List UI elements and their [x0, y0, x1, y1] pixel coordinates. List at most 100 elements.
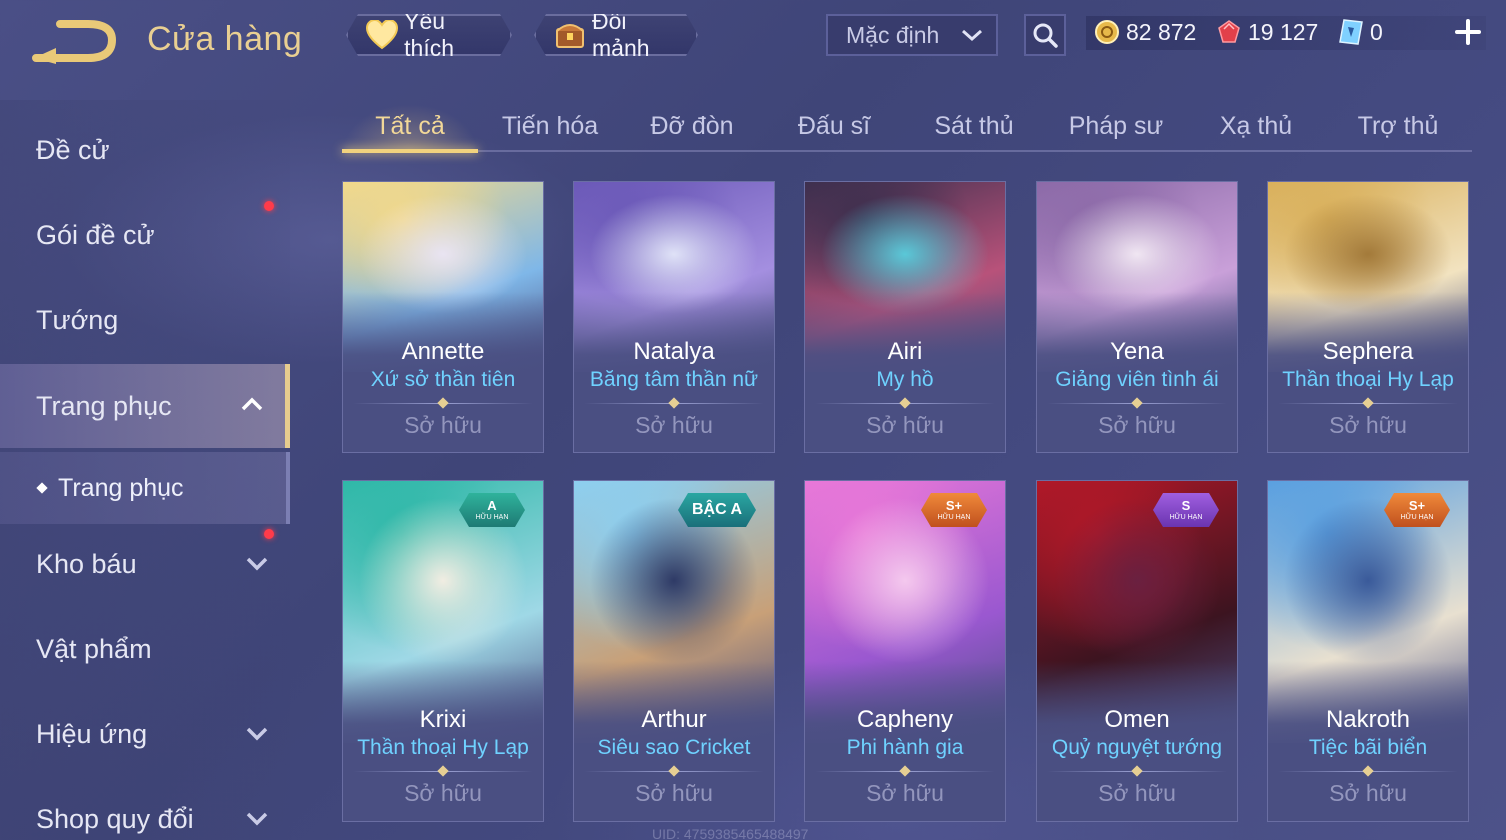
skin-card[interactable]: S+ HỮU HẠN Nakroth Tiệc bãi biển Sở hữu [1267, 480, 1469, 822]
card-divider [1278, 771, 1458, 772]
search-button[interactable] [1024, 14, 1066, 56]
tier-badge-text: S+ [945, 498, 963, 513]
owned-status: Sở hữu [1098, 780, 1176, 806]
skin-name: Thần thoại Hy Lạp [357, 736, 529, 759]
top-bar: Cửa hàng Yêu thích Đổi mảnh Mặc định 82 … [0, 0, 1506, 82]
heart-icon [366, 18, 398, 52]
card-divider [1047, 771, 1227, 772]
bullet-diamond-icon [36, 482, 48, 494]
skin-card[interactable]: Yena Giảng viên tình ái Sở hữu [1036, 181, 1238, 453]
tab-tank[interactable]: Đỡ đòn [624, 100, 760, 152]
skin-name: Tiệc bãi biển [1308, 736, 1428, 759]
sort-dropdown[interactable]: Mặc định [826, 14, 998, 56]
sidebar-item-items[interactable]: Vật phẩm [0, 607, 290, 691]
sidebar-item-effects[interactable]: Hiệu ứng [0, 692, 290, 776]
sidebar: Đề cử Gói đề cử Tướng Trang phục Trang p… [0, 100, 290, 840]
voucher-ticket-icon [1339, 19, 1363, 45]
sidebar-subitem-skins[interactable]: Trang phục [0, 452, 290, 524]
skin-card[interactable]: BẬC A Arthur Siêu sao Cricket Sở hữu [573, 480, 775, 822]
gold-coin-icon [1095, 20, 1119, 44]
hero-name: Yena [1110, 338, 1164, 365]
owned-status: Sở hữu [404, 780, 482, 806]
sidebar-item-treasure[interactable]: Kho báu [0, 522, 290, 606]
tier-badge-text: S+ [1408, 498, 1426, 513]
tab-all[interactable]: Tất cả [342, 100, 478, 152]
owned-status: Sở hữu [635, 780, 713, 806]
card-divider [815, 403, 995, 404]
tab-marksman[interactable]: Xạ thủ [1188, 100, 1324, 152]
notification-dot [264, 529, 274, 539]
tab-assassin[interactable]: Sát thủ [906, 100, 1042, 152]
voucher-currency: 0 [1338, 14, 1383, 50]
limited-label: HỮU HẠN [475, 514, 509, 521]
user-id: UID: 4759385465488497 [652, 826, 809, 840]
card-divider [1047, 403, 1227, 404]
skin-card[interactable]: A HỮU HẠN Krixi Thần thoại Hy Lạp Sở hữu [342, 480, 544, 822]
active-tab-indicator [342, 149, 478, 153]
sort-value: Mặc định [846, 21, 940, 48]
sidebar-item-label: Kho báu [36, 548, 137, 579]
skin-name: Giảng viên tình ái [1055, 368, 1219, 391]
ruby-currency: 19 127 [1216, 14, 1318, 50]
chevron-down-icon [246, 727, 268, 741]
skin-name: Xứ sở thần tiên [370, 368, 516, 391]
sidebar-subitem-label: Trang phục [58, 473, 184, 502]
owned-status: Sở hữu [866, 412, 944, 438]
skin-card[interactable]: Natalya Băng tâm thần nữ Sở hữu [573, 181, 775, 453]
tab-evolution[interactable]: Tiến hóa [482, 100, 618, 152]
skin-card[interactable]: Annette Xứ sở thần tiên Sở hữu [342, 181, 544, 453]
back-button[interactable] [30, 18, 122, 64]
limited-label: HỮU HẠN [937, 514, 971, 521]
card-divider [584, 403, 764, 404]
skin-card[interactable]: S HỮU HẠN Omen Quỷ nguyệt tướng Sở hữu [1036, 480, 1238, 822]
sidebar-item-label: Shop quy đổi [36, 803, 194, 834]
sidebar-item-label: Tướng [36, 304, 119, 335]
tabs-divider [342, 150, 1472, 152]
tier-badge-text: A [487, 498, 497, 513]
ruby-gem-icon [1218, 20, 1240, 43]
hero-name: Nakroth [1325, 706, 1411, 733]
skin-card[interactable]: Airi My hồ Sở hữu [804, 181, 1006, 453]
tier-badge-text: BẬC A [691, 501, 743, 518]
card-divider [353, 403, 533, 404]
card-divider [584, 771, 764, 772]
gold-amount: 82 872 [1126, 18, 1197, 45]
hero-name: Omen [1104, 706, 1170, 733]
chevron-down-icon [246, 812, 268, 826]
favorite-button[interactable]: Yêu thích [346, 14, 512, 56]
tab-fighter[interactable]: Đấu sĩ [766, 100, 902, 152]
hero-name: Capheny [856, 706, 954, 733]
notification-dot [264, 201, 274, 211]
skin-name: Siêu sao Cricket [597, 736, 751, 759]
card-divider [815, 771, 995, 772]
owned-status: Sở hữu [1329, 412, 1407, 438]
sidebar-item-exchange-shop[interactable]: Shop quy đổi [0, 777, 290, 840]
skin-name: Quỷ nguyệt tướng [1051, 736, 1223, 759]
hero-name: Natalya [633, 338, 715, 365]
sidebar-item-label: Vật phẩm [36, 633, 152, 664]
tab-mage[interactable]: Pháp sư [1048, 100, 1184, 152]
sidebar-item-recommended-packs[interactable]: Gói đề cử [0, 193, 290, 277]
hero-name: Krixi [419, 706, 467, 733]
skin-card[interactable]: S+ HỮU HẠN Capheny Phi hành gia Sở hữu [804, 480, 1006, 822]
role-tabs: Tất cả Tiến hóa Đỡ đòn Đấu sĩ Sát thủ Ph… [340, 100, 1472, 156]
sidebar-item-heroes[interactable]: Tướng [0, 278, 290, 362]
tab-support[interactable]: Trợ thủ [1330, 100, 1466, 152]
sidebar-item-recommended[interactable]: Đề cử [0, 108, 290, 192]
sidebar-item-skins[interactable]: Trang phục [0, 364, 290, 448]
hero-name: Sephera [1322, 338, 1414, 365]
hero-name: Annette [401, 338, 485, 365]
exchange-fragments-button[interactable]: Đổi mảnh [534, 14, 698, 56]
card-divider [353, 771, 533, 772]
tier-badge: S+ HỮU HẠN [921, 493, 987, 527]
sidebar-item-label: Đề cử [36, 134, 110, 165]
tier-badge: S+ HỮU HẠN [1384, 493, 1450, 527]
skin-name: Phi hành gia [846, 736, 964, 759]
owned-status: Sở hữu [1098, 412, 1176, 438]
search-icon [1033, 23, 1058, 48]
skin-card[interactable]: Sephera Thần thoại Hy Lạp Sở hữu [1267, 181, 1469, 453]
treasure-chest-icon [554, 18, 586, 52]
sidebar-item-label: Hiệu ứng [36, 718, 148, 749]
add-currency-button[interactable] [1448, 12, 1488, 52]
limited-label: HỮU HẠN [1169, 514, 1203, 521]
